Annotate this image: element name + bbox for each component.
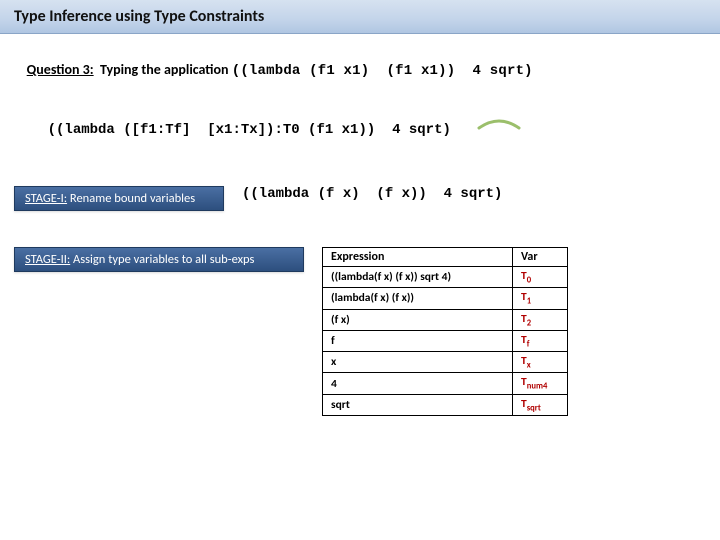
stage2-badge: STAGE-II: Assign type variables to all s…: [14, 247, 304, 272]
slide-content: Question 3: Typing the application ((lam…: [0, 34, 720, 426]
table-row: ((lambda(f x) (f x)) sqrt 4)T0: [323, 267, 568, 288]
table-body: ((lambda(f x) (f x)) sqrt 4)T0(lambda(f …: [323, 267, 568, 416]
cell-var: T2: [513, 309, 568, 330]
table-row: 4Tnum4: [323, 373, 568, 394]
stage2-label: STAGE-II:: [25, 252, 70, 267]
expression-table: Expression Var ((lambda(f x) (f x)) sqrt…: [322, 247, 568, 416]
question-code: ((lambda (f1 x1) (f1 x1)) 4 sqrt): [232, 63, 533, 79]
slide-title: Type Inference using Type Constraints: [14, 7, 264, 26]
cell-var: T1: [513, 288, 568, 309]
cell-var: Tsqrt: [513, 394, 568, 415]
header-expression: Expression: [323, 248, 513, 267]
cell-var: Tf: [513, 330, 568, 351]
table-row: (f x)T2: [323, 309, 568, 330]
stage1-label: STAGE-I:: [25, 191, 67, 206]
title-bar: Type Inference using Type Constraints: [0, 0, 720, 34]
stage1-badge: STAGE-I: Rename bound variables: [14, 186, 224, 211]
stage1-code: ((lambda (f x) (f x)) 4 sqrt): [242, 186, 502, 202]
cell-expression: (f x): [323, 309, 513, 330]
cell-expression: 4: [323, 373, 513, 394]
table-row: fTf: [323, 330, 568, 351]
table-header-row: Expression Var: [323, 248, 568, 267]
stage2-desc: Assign type variables to all sub-exps: [73, 252, 254, 267]
stage1-row: STAGE-I: Rename bound variables ((lambda…: [14, 186, 706, 211]
cell-var: Tnum4: [513, 373, 568, 394]
cell-expression: ((lambda(f x) (f x)) sqrt 4): [323, 267, 513, 288]
table-row: (lambda(f x) (f x))T1: [323, 288, 568, 309]
typed-expression: ((lambda ([f1:Tf] [x1:Tx]):T0 (f1 x1)) 4…: [14, 106, 706, 170]
cell-var: T0: [513, 267, 568, 288]
cell-expression: sqrt: [323, 394, 513, 415]
stage1-desc: Rename bound variables: [70, 191, 195, 206]
stage2-row: STAGE-II: Assign type variables to all s…: [14, 247, 706, 416]
table-row: sqrtTsqrt: [323, 394, 568, 415]
question-label: Question 3:: [27, 61, 94, 78]
cell-expression: x: [323, 352, 513, 373]
cell-var: Tx: [513, 352, 568, 373]
question-prompt: Typing the application: [100, 61, 229, 78]
table-row: xTx: [323, 352, 568, 373]
cell-expression: (lambda(f x) (f x)): [323, 288, 513, 309]
header-var: Var: [513, 248, 568, 267]
cell-expression: f: [323, 330, 513, 351]
typed-expression-text: ((lambda ([f1:Tf] [x1:Tx]):T0 (f1 x1)) 4…: [48, 122, 451, 138]
question-line: Question 3: Typing the application ((lam…: [14, 44, 706, 96]
